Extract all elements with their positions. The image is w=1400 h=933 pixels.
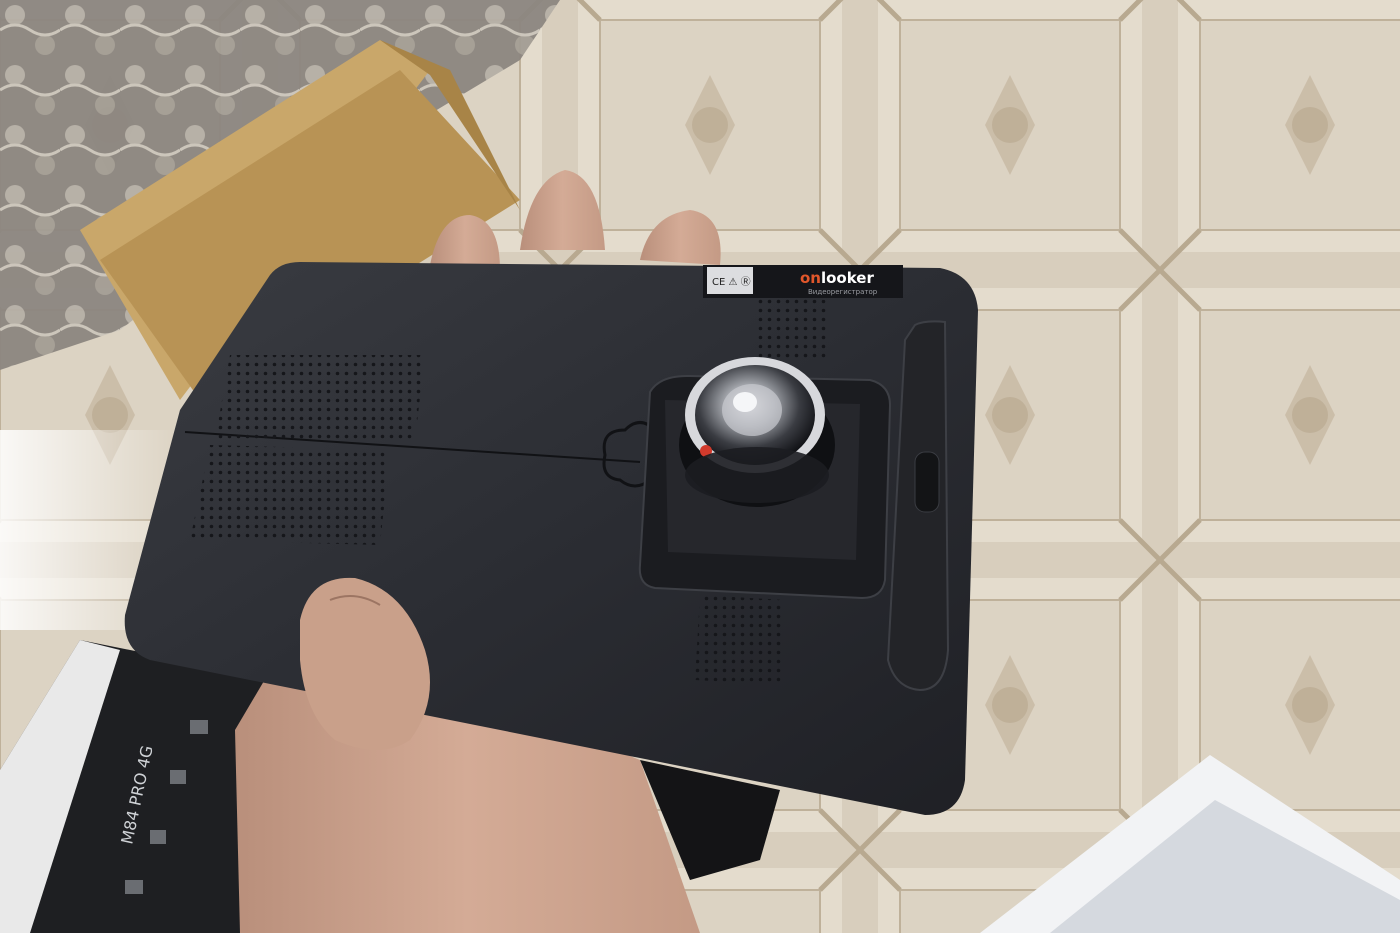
speaker-grille-right-bottom xyxy=(695,595,785,685)
brand-subtitle: Видеорегистратор xyxy=(808,288,878,296)
power-button[interactable] xyxy=(914,451,940,513)
speaker-grille-top xyxy=(215,355,425,440)
photo-scene: M84 PRO 4G CE ⚠ Ⓡ onlooker Видеорегистра… xyxy=(0,0,1400,933)
brand-logo: onlooker xyxy=(800,269,874,287)
brand-suffix: looker xyxy=(821,269,874,287)
certification-marks: CE ⚠ Ⓡ xyxy=(712,276,751,288)
speaker-grille-right-top xyxy=(755,298,830,360)
brand-prefix: on xyxy=(800,269,821,287)
speaker-grille-bottom xyxy=(190,445,390,545)
